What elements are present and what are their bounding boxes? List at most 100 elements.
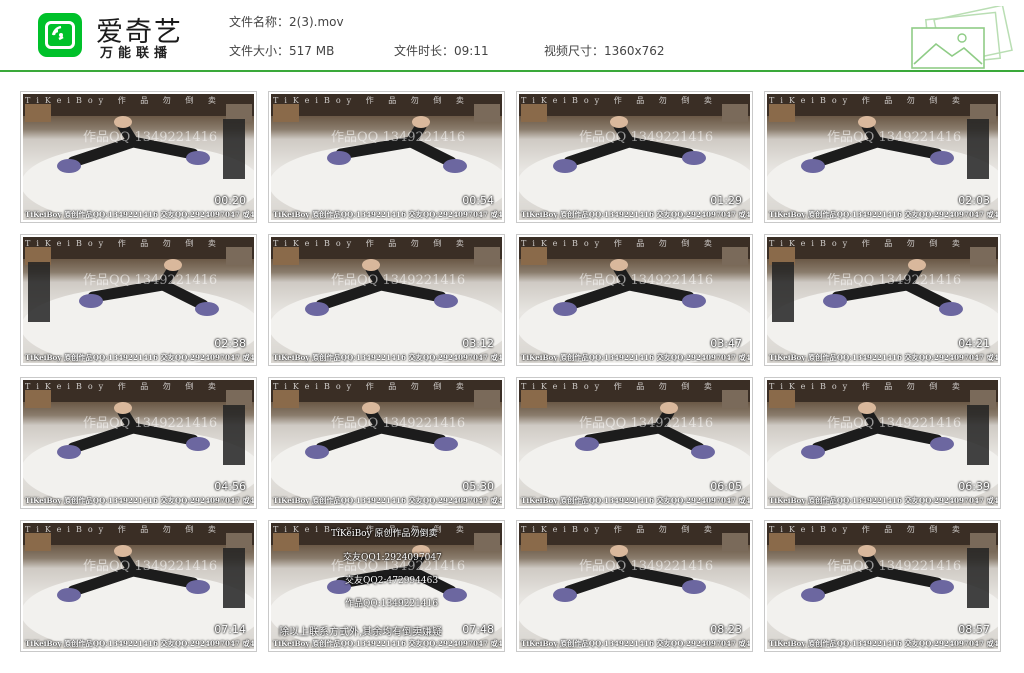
watermark-bottom: TiKeiBoy 原创作品QQ:1349221416 交友QQ:29240970…: [769, 496, 998, 505]
watermark-middle: 作品QQ 1349221416: [579, 416, 714, 431]
thumbnail-frame: TiKeiBoy 作 品 勿 倒 卖 作品QQ 1349221416 02:03…: [767, 94, 998, 220]
watermark-top: TiKeiBoy 作 品 勿 倒 卖: [273, 96, 470, 105]
watermark-bottom: TiKeiBoy 原创作品QQ:1349221416 交友QQ:29240970…: [25, 639, 254, 648]
video-thumbnail[interactable]: TiKeiBoy 作 品 勿 倒 卖 作品QQ 1349221416 08:23…: [516, 520, 753, 652]
thumbnail-timestamp: 01:29: [710, 194, 742, 207]
watermark-middle: 作品QQ 1349221416: [331, 416, 466, 431]
video-thumbnail[interactable]: TiKeiBoy 作 品 勿 倒 卖 作品QQ 1349221416 07:14…: [20, 520, 257, 652]
watermark-middle: 作品QQ 1349221416: [331, 273, 466, 288]
watermark-middle: 作品QQ 1349221416: [579, 559, 714, 574]
video-thumbnail[interactable]: TiKeiBoy 作 品 勿 倒 卖 作品QQ 1349221416 06:05…: [516, 377, 753, 509]
watermark-top: TiKeiBoy 作 品 勿 倒 卖: [769, 382, 966, 391]
video-resolution: 视频尺寸：1360x762: [544, 44, 665, 58]
watermark-middle: 作品QQ 1349221416: [83, 559, 218, 574]
overlay-text-line5: 除以上联系方式外,其余均有倒卖嫌疑: [279, 627, 443, 638]
thumbnail-grid: TiKeiBoy 作 品 勿 倒 卖 作品QQ 1349221416 00:20…: [20, 91, 1004, 653]
video-thumbnail[interactable]: TiKeiBoy 作 品 勿 倒 卖 作品QQ 1349221416 01:29…: [516, 91, 753, 223]
file-name: 文件名称：2(3).mov: [229, 15, 344, 29]
thumbnail-frame: TiKeiBoy 作 品 勿 倒 卖 作品QQ 1349221416 07:48…: [271, 523, 502, 649]
watermark-top: TiKeiBoy 作 品 勿 倒 卖: [273, 239, 470, 248]
watermark-bottom: TiKeiBoy 原创作品QQ:1349221416 交友QQ:29240970…: [273, 639, 502, 648]
thumbnail-timestamp: 00:54: [462, 194, 494, 207]
file-duration: 文件时长：09:11: [394, 44, 489, 58]
watermark-top: TiKeiBoy 作 品 勿 倒 卖: [521, 525, 718, 534]
watermark-bottom: TiKeiBoy 原创作品QQ:1349221416 交友QQ:29240970…: [521, 496, 750, 505]
watermark-top: TiKeiBoy 作 品 勿 倒 卖: [25, 382, 222, 391]
watermark-middle: 作品QQ 1349221416: [579, 130, 714, 145]
watermark-bottom: TiKeiBoy 原创作品QQ:1349221416 交友QQ:29240970…: [25, 210, 254, 219]
thumbnail-timestamp: 03:47: [710, 337, 742, 350]
watermark-bottom: TiKeiBoy 原创作品QQ:1349221416 交友QQ:29240970…: [521, 353, 750, 362]
watermark-middle: 作品QQ 1349221416: [827, 416, 962, 431]
watermark-bottom: TiKeiBoy 原创作品QQ:1349221416 交友QQ:29240970…: [521, 639, 750, 648]
watermark-bottom: TiKeiBoy 原创作品QQ:1349221416 交友QQ:29240970…: [769, 353, 998, 362]
watermark-middle: 作品QQ 1349221416: [827, 273, 962, 288]
watermark-middle: 作品QQ 1349221416: [83, 273, 218, 288]
video-thumbnail[interactable]: TiKeiBoy 作 品 勿 倒 卖 作品QQ 1349221416 00:54…: [268, 91, 505, 223]
thumbnail-timestamp: 07:14: [214, 623, 246, 636]
video-thumbnail[interactable]: TiKeiBoy 作 品 勿 倒 卖 作品QQ 1349221416 03:12…: [268, 234, 505, 366]
watermark-top: TiKeiBoy 作 品 勿 倒 卖: [25, 525, 222, 534]
thumbnail-frame: TiKeiBoy 作 品 勿 倒 卖 作品QQ 1349221416 06:39…: [767, 380, 998, 506]
thumbnail-timestamp: 07:48: [462, 623, 494, 636]
watermark-middle: 作品QQ 1349221416: [83, 130, 218, 145]
watermark-top: TiKeiBoy 作 品 勿 倒 卖: [769, 525, 966, 534]
thumbnail-timestamp: 00:20: [214, 194, 246, 207]
thumbnail-timestamp: 05:30: [462, 480, 494, 493]
overlay-text-line3: 交友QQ2:472994463: [345, 576, 439, 586]
video-thumbnail[interactable]: TiKeiBoy 作 品 勿 倒 卖 作品QQ 1349221416 03:47…: [516, 234, 753, 366]
header-divider: [0, 70, 1024, 72]
watermark-middle: 作品QQ 1349221416: [331, 130, 466, 145]
watermark-top: TiKeiBoy 作 品 勿 倒 卖: [25, 239, 222, 248]
thumbnail-timestamp: 06:39: [958, 480, 990, 493]
watermark-top: TiKeiBoy 作 品 勿 倒 卖: [25, 96, 222, 105]
watermark-top: TiKeiBoy 作 品 勿 倒 卖: [521, 239, 718, 248]
photo-frames-decoration-icon: [911, 6, 1013, 69]
thumbnail-frame: TiKeiBoy 作 品 勿 倒 卖 作品QQ 1349221416 07:14…: [23, 523, 254, 649]
watermark-bottom: TiKeiBoy 原创作品QQ:1349221416 交友QQ:29240970…: [273, 496, 502, 505]
video-thumbnail[interactable]: TiKeiBoy 作 品 勿 倒 卖 作品QQ 1349221416 02:03…: [764, 91, 1001, 223]
watermark-bottom: TiKeiBoy 原创作品QQ:1349221416 交友QQ:29240970…: [769, 210, 998, 219]
thumbnail-timestamp: 04:21: [958, 337, 990, 350]
video-thumbnail[interactable]: TiKeiBoy 作 品 勿 倒 卖 作品QQ 1349221416 07:48…: [268, 520, 505, 652]
thumbnail-frame: TiKeiBoy 作 品 勿 倒 卖 作品QQ 1349221416 06:05…: [519, 380, 750, 506]
watermark-bottom: TiKeiBoy 原创作品QQ:1349221416 交友QQ:29240970…: [273, 353, 502, 362]
thumbnail-frame: TiKeiBoy 作 品 勿 倒 卖 作品QQ 1349221416 00:54…: [271, 94, 502, 220]
overlay-text-line2: 交友QQ1:2924097047: [343, 553, 442, 563]
thumbnail-frame: TiKeiBoy 作 品 勿 倒 卖 作品QQ 1349221416 03:47…: [519, 237, 750, 363]
thumbnail-timestamp: 02:38: [214, 337, 246, 350]
watermark-top: TiKeiBoy 作 品 勿 倒 卖: [273, 382, 470, 391]
video-thumbnail[interactable]: TiKeiBoy 作 品 勿 倒 卖 作品QQ 1349221416 05:30…: [268, 377, 505, 509]
thumbnail-frame: TiKeiBoy 作 品 勿 倒 卖 作品QQ 1349221416 04:21…: [767, 237, 998, 363]
thumbnail-frame: TiKeiBoy 作 品 勿 倒 卖 作品QQ 1349221416 08:57…: [767, 523, 998, 649]
watermark-top: TiKeiBoy 作 品 勿 倒 卖: [521, 382, 718, 391]
video-thumbnail[interactable]: TiKeiBoy 作 品 勿 倒 卖 作品QQ 1349221416 02:38…: [20, 234, 257, 366]
watermark-middle: 作品QQ 1349221416: [827, 130, 962, 145]
file-size: 文件大小：517 MB: [229, 44, 335, 58]
thumbnail-timestamp: 06:05: [710, 480, 742, 493]
thumbnail-timestamp: 08:23: [710, 623, 742, 636]
video-thumbnail[interactable]: TiKeiBoy 作 品 勿 倒 卖 作品QQ 1349221416 04:56…: [20, 377, 257, 509]
thumbnail-frame: TiKeiBoy 作 品 勿 倒 卖 作品QQ 1349221416 02:38…: [23, 237, 254, 363]
video-thumbnail[interactable]: TiKeiBoy 作 品 勿 倒 卖 作品QQ 1349221416 06:39…: [764, 377, 1001, 509]
watermark-bottom: TiKeiBoy 原创作品QQ:1349221416 交友QQ:29240970…: [521, 210, 750, 219]
watermark-bottom: TiKeiBoy 原创作品QQ:1349221416 交友QQ:29240970…: [769, 639, 998, 648]
thumbnail-timestamp: 04:56: [214, 480, 246, 493]
thumbnail-frame: TiKeiBoy 作 品 勿 倒 卖 作品QQ 1349221416 04:56…: [23, 380, 254, 506]
thumbnail-frame: TiKeiBoy 作 品 勿 倒 卖 作品QQ 1349221416 00:20…: [23, 94, 254, 220]
thumbnail-frame: TiKeiBoy 作 品 勿 倒 卖 作品QQ 1349221416 08:23…: [519, 523, 750, 649]
thumbnail-timestamp: 02:03: [958, 194, 990, 207]
watermark-middle: 作品QQ 1349221416: [827, 559, 962, 574]
watermark-top: TiKeiBoy 作 品 勿 倒 卖: [769, 96, 966, 105]
header: 爱奇艺 万能联播 文件名称：2(3).mov 文件大小：517 MB 文件时长：…: [0, 0, 1024, 70]
thumbnail-frame: TiKeiBoy 作 品 勿 倒 卖 作品QQ 1349221416 01:29…: [519, 94, 750, 220]
video-thumbnail[interactable]: TiKeiBoy 作 品 勿 倒 卖 作品QQ 1349221416 00:20…: [20, 91, 257, 223]
video-thumbnail[interactable]: TiKeiBoy 作 品 勿 倒 卖 作品QQ 1349221416 08:57…: [764, 520, 1001, 652]
thumbnail-timestamp: 03:12: [462, 337, 494, 350]
iqiyi-logo-icon: [38, 13, 82, 57]
watermark-bottom: TiKeiBoy 原创作品QQ:1349221416 交友QQ:29240970…: [25, 496, 254, 505]
video-thumbnail[interactable]: TiKeiBoy 作 品 勿 倒 卖 作品QQ 1349221416 04:21…: [764, 234, 1001, 366]
watermark-top: TiKeiBoy 作 品 勿 倒 卖: [769, 239, 966, 248]
app-subtitle: 万能联播: [100, 46, 173, 61]
thumbnail-timestamp: 08:57: [958, 623, 990, 636]
